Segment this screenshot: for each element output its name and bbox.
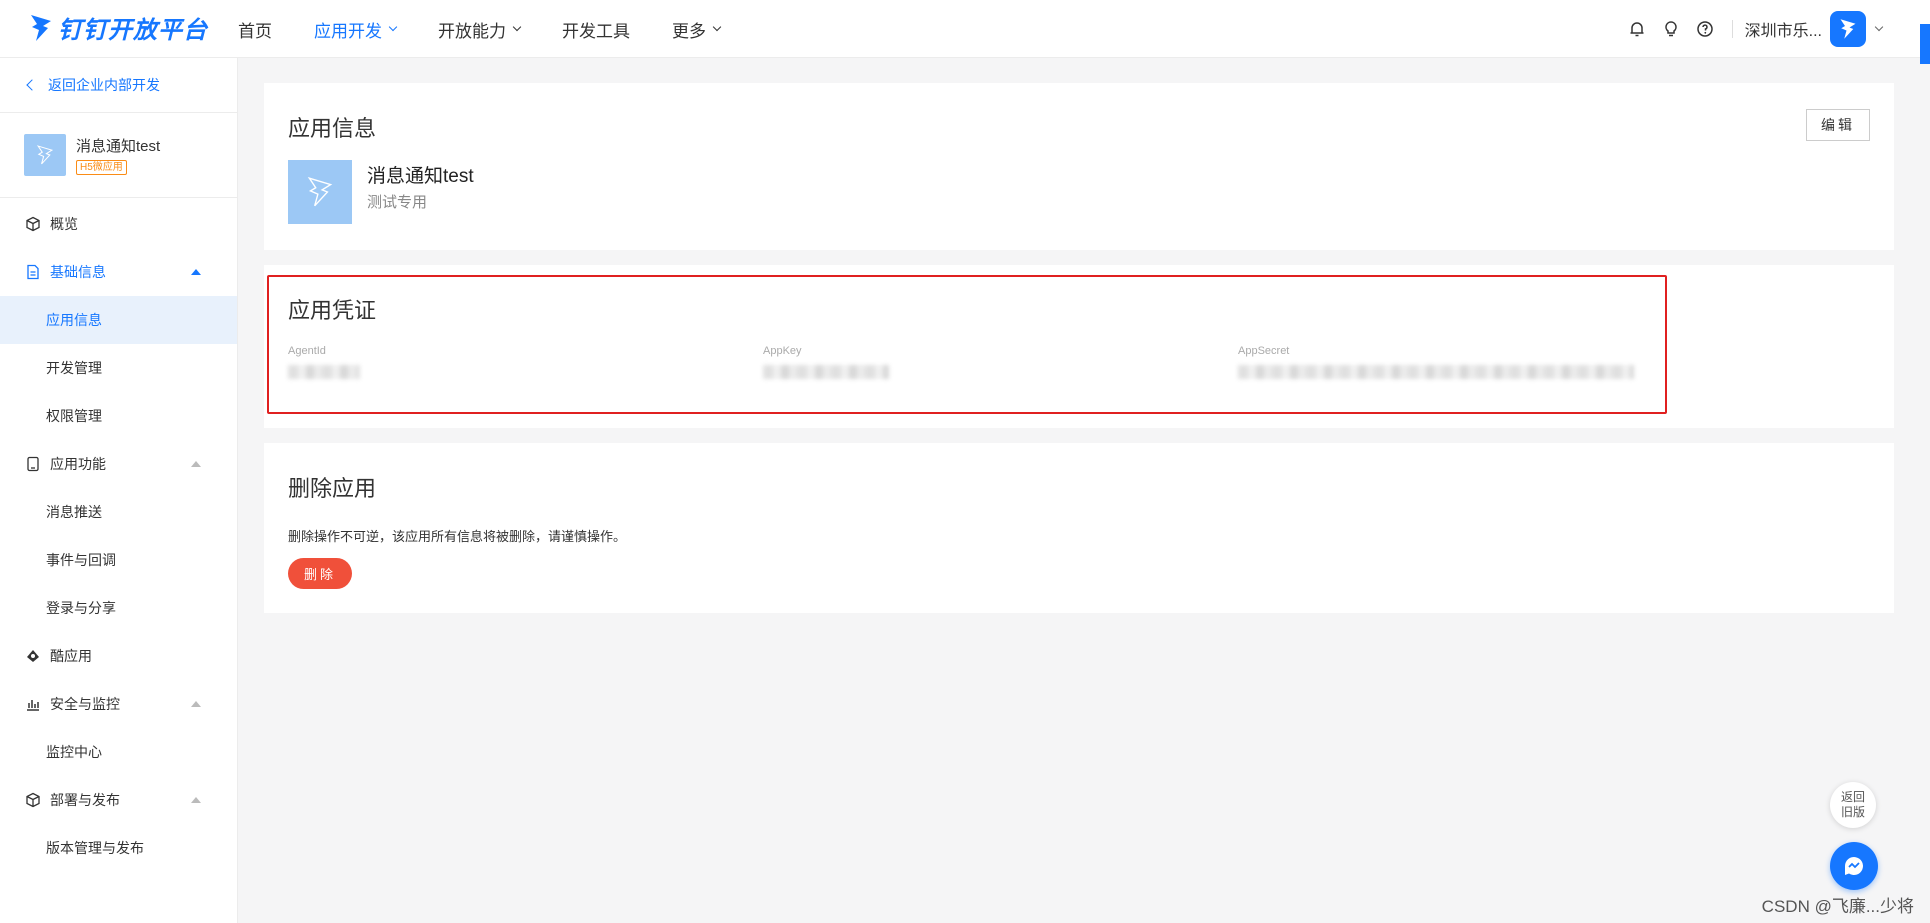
sidebar-item-basic-info[interactable]: 基础信息 (0, 248, 237, 296)
dingtalk-logo-icon (31, 14, 51, 41)
bell-icon[interactable] (1626, 18, 1648, 40)
brand-logo[interactable]: 钉钉开放平台 (28, 10, 208, 45)
sidebar-item-perm-manage[interactable]: 权限管理 (0, 392, 237, 440)
sidebar-item-version[interactable]: 版本管理与发布 (0, 824, 237, 872)
collapse-triangle-icon (191, 269, 201, 275)
sidebar-item-app-features[interactable]: 应用功能 (0, 440, 237, 488)
sidebar-item-security[interactable]: 安全与监控 (0, 680, 237, 728)
credentials-title: 应用凭证 (288, 298, 377, 323)
sidebar-item-app-info[interactable]: 应用信息 (0, 296, 237, 344)
chevron-down-icon (712, 22, 722, 32)
sidebar-item-label: 应用功能 (50, 456, 106, 472)
credentials-card: 应用凭证 AgentId AppKey AppSecret (264, 265, 1894, 428)
help-icon[interactable] (1694, 18, 1716, 40)
app-info-title: 应用信息 (288, 116, 377, 141)
sidebar-item-label: 酷应用 (50, 648, 92, 664)
agent-id-label: AgentId (288, 345, 326, 357)
sidebar-item-monitor-center[interactable]: 监控中心 (0, 728, 237, 776)
lightbulb-icon[interactable] (1660, 18, 1682, 40)
edge-strip (1920, 24, 1930, 64)
app-secret-field: AppSecret (1238, 345, 1638, 379)
sidebar-item-dev-manage[interactable]: 开发管理 (0, 344, 237, 392)
sidebar-item-login-share[interactable]: 登录与分享 (0, 584, 237, 632)
sidebar-item-deploy[interactable]: 部署与发布 (0, 776, 237, 824)
phone-app-icon (24, 455, 42, 473)
edit-button[interactable]: 编辑 (1806, 109, 1870, 141)
sidebar-item-label: 概览 (50, 216, 78, 232)
nav-app-dev[interactable]: 应用开发 (314, 17, 398, 42)
org-name[interactable]: 深圳市乐... (1745, 17, 1822, 41)
chat-icon (1845, 857, 1863, 876)
app-key-value-blurred (763, 365, 889, 379)
collapse-triangle-icon (191, 461, 201, 467)
top-right-actions: 深圳市乐... (1614, 0, 1884, 58)
sidebar-app-name: 消息通知test (76, 138, 161, 155)
agent-id-value-blurred (288, 365, 360, 379)
back-to-internal-dev-link[interactable]: 返回企业内部开发 (0, 58, 237, 113)
delete-button[interactable]: 删除 (288, 558, 352, 589)
back-link-label: 返回企业内部开发 (48, 77, 160, 93)
avatar[interactable] (1830, 11, 1866, 47)
sidebar-item-overview[interactable]: 概览 (0, 200, 237, 248)
app-logo-icon (288, 160, 352, 224)
app-type-badge: H5微应用 (76, 160, 127, 175)
app-name: 消息通知test (367, 166, 474, 187)
sidebar-item-label: 部署与发布 (50, 792, 120, 808)
top-navbar: 钉钉开放平台 首页 应用开发 开放能力 开发工具 更多 深圳市乐... (0, 0, 1930, 64)
cube-icon (24, 215, 42, 233)
chevron-down-icon (388, 22, 398, 32)
nav-open-capability[interactable]: 开放能力 (438, 17, 522, 42)
sidebar-item-label: 安全与监控 (50, 696, 120, 712)
dingtalk-avatar-icon (1840, 19, 1856, 39)
collapse-triangle-icon (191, 797, 201, 803)
brand-name: 钉钉开放平台 (58, 17, 208, 44)
app-key-label: AppKey (763, 345, 802, 357)
sidebar-menu: 概览 基础信息 应用信息 开发管理 权限管理 应用功能 消息推送 事件与回调 登… (0, 198, 237, 872)
sidebar-item-events[interactable]: 事件与回调 (0, 536, 237, 584)
agent-id-field: AgentId (288, 345, 368, 379)
delete-warning: 删除操作不可逆，该应用所有信息将被删除，请谨慎操作。 (288, 529, 627, 544)
nav-home[interactable]: 首页 (238, 17, 272, 42)
app-description: 测试专用 (367, 194, 428, 211)
app-secret-value-blurred (1238, 365, 1634, 379)
package-icon (24, 791, 42, 809)
chevron-left-icon (26, 79, 38, 91)
nav-more[interactable]: 更多 (672, 17, 722, 42)
delete-title: 删除应用 (288, 476, 377, 501)
sidebar-app-card: 消息通知test H5微应用 (0, 113, 237, 198)
bar-chart-icon (24, 695, 42, 713)
back-to-old-version-button[interactable]: 返回旧版 (1830, 782, 1876, 828)
cool-app-icon (24, 647, 42, 665)
nav-more-label: 更多 (672, 21, 706, 41)
app-info-card: 应用信息 编辑 消息通知test 测试专用 (264, 83, 1894, 250)
divider (1731, 20, 1733, 38)
document-icon (24, 263, 42, 281)
app-secret-label: AppSecret (1238, 345, 1290, 357)
delete-app-card: 删除应用 删除操作不可逆，该应用所有信息将被删除，请谨慎操作。 删除 (264, 443, 1894, 613)
nav-dev-tools[interactable]: 开发工具 (562, 17, 630, 42)
app-key-field: AppKey (763, 345, 903, 379)
sidebar-item-label: 基础信息 (50, 264, 106, 280)
csdn-watermark: CSDN @飞廉...少将 (1761, 897, 1914, 916)
sidebar: 返回企业内部开发 消息通知test H5微应用 概览 基础信息 应用信息 开发管… (0, 58, 238, 923)
nav-app-dev-label: 应用开发 (314, 21, 382, 41)
main-nav: 首页 应用开发 开放能力 开发工具 更多 (238, 0, 762, 58)
collapse-triangle-icon (191, 701, 201, 707)
chat-assistant-button[interactable] (1830, 842, 1878, 890)
nav-open-capability-label: 开放能力 (438, 21, 506, 41)
chevron-down-icon (512, 22, 522, 32)
chevron-down-icon[interactable] (1874, 22, 1884, 32)
app-thumbnail-icon (24, 134, 66, 176)
sidebar-item-msg-push[interactable]: 消息推送 (0, 488, 237, 536)
sidebar-item-cool-app[interactable]: 酷应用 (0, 632, 237, 680)
